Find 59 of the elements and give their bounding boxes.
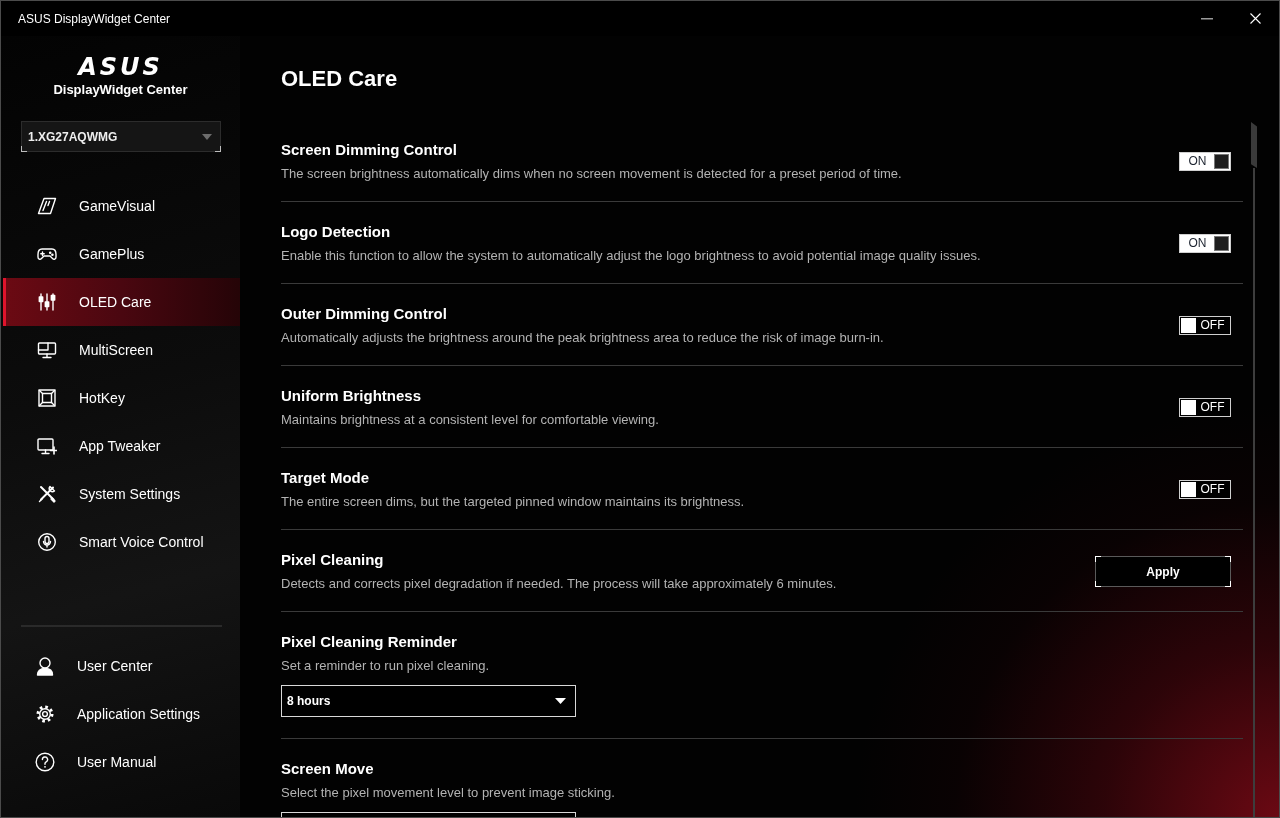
sidebar-item[interactable]: GameVisual <box>3 182 240 230</box>
toggle-switch[interactable]: ON <box>1179 234 1231 253</box>
setting-description: Automatically adjusts the brightness around the peak brightness area to reduce the risk of image burn-in. <box>281 329 885 347</box>
setting-title: Target Mode <box>281 468 371 488</box>
window-title: ASUS DisplayWidget Center <box>18 11 171 26</box>
sidebar-item[interactable]: Application Settings <box>3 690 240 738</box>
apply-button[interactable]: Apply <box>1095 556 1231 587</box>
monitor-select[interactable]: 1.XG27AQWMG <box>21 121 221 152</box>
monitor-sparkle-icon <box>37 436 57 456</box>
sidebar-item[interactable]: MultiScreen <box>3 326 240 374</box>
setting-description: Set a reminder to run pixel cleaning. <box>281 657 491 675</box>
toggle-switch[interactable]: ON <box>1179 152 1231 171</box>
toggle-knob <box>1181 318 1196 333</box>
setting-title: Uniform Brightness <box>281 386 422 406</box>
setting-description: Enable this function to allow the system to automatically adjust the logo brightness to avoid potential image quality issues. <box>281 247 982 265</box>
brand-logo: ASUS <box>78 55 163 79</box>
scrollbar-thumb[interactable] <box>1251 122 1257 168</box>
settings-icon <box>35 704 55 724</box>
sidebar-item[interactable]: GamePlus <box>3 230 240 278</box>
monitor-icon <box>37 340 57 360</box>
person-icon <box>35 656 55 676</box>
toggle-switch[interactable]: OFF <box>1179 316 1231 335</box>
toggle-knob <box>1181 482 1196 497</box>
tools-icon <box>37 484 57 504</box>
caret-icon <box>555 698 566 704</box>
setting-description: The screen brightness automatically dims when no screen movement is detected for a preset period of time. <box>281 165 903 183</box>
sidebar-item[interactable]: System Settings <box>3 470 240 518</box>
setting-title: Logo Detection <box>281 222 392 242</box>
slanted-card-icon <box>37 196 57 216</box>
setting-title: Pixel Cleaning <box>281 550 385 570</box>
setting-description: Select the pixel movement level to prevent image sticking. <box>281 784 616 802</box>
minimize-icon <box>1201 17 1213 20</box>
toggle-knob <box>1214 236 1229 251</box>
sidebar-item[interactable]: User Center <box>3 642 240 690</box>
sidebar-item[interactable]: Smart Voice Control <box>3 518 240 566</box>
sliders-icon <box>37 292 57 312</box>
page-title: OLED Care <box>281 65 399 93</box>
sidebar-item[interactable]: OLED Care <box>3 278 240 326</box>
toggle-switch[interactable]: OFF <box>1179 480 1231 499</box>
setting-title: Screen Move <box>281 759 375 779</box>
setting-title: Screen Dimming Control <box>281 140 458 160</box>
sidebar-item[interactable]: HotKey <box>3 374 240 422</box>
select-field[interactable]: 8 hours <box>281 685 576 717</box>
app-name: DisplayWidget Center <box>52 82 189 98</box>
setting-description: The entire screen dims, but the targeted pinned window maintains its brightness. <box>281 493 746 511</box>
toggle-knob <box>1214 154 1229 169</box>
toggle-knob <box>1181 400 1196 415</box>
close-icon <box>1249 13 1261 24</box>
setting-title: Outer Dimming Control <box>281 304 448 324</box>
caret-icon <box>202 133 212 140</box>
sidebar-item[interactable]: User Manual <box>3 738 240 786</box>
setting-title: Pixel Cleaning Reminder <box>281 632 458 652</box>
setting-description: Maintains brightness at a consistent level for comfortable viewing. <box>281 411 660 429</box>
microphone-circle-icon <box>37 532 57 552</box>
key-cap-icon <box>37 388 57 408</box>
help-icon <box>35 752 55 772</box>
setting-description: Detects and corrects pixel degradation if needed. The process will take approximately 6 minutes. <box>281 575 838 593</box>
toggle-switch[interactable]: OFF <box>1179 398 1231 417</box>
sidebar-item[interactable]: App Tweaker <box>3 422 240 470</box>
